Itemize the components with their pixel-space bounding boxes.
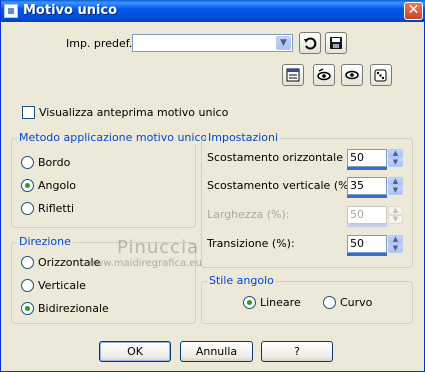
v-offset-input[interactable]: 35 <box>347 177 387 195</box>
save-disk-icon <box>330 37 342 49</box>
transition-input[interactable]: 50 <box>347 235 387 253</box>
v-offset-label: Scostamento verticale (%): <box>207 179 357 192</box>
radio-curvo[interactable] <box>323 296 336 309</box>
dice-icon <box>374 69 387 82</box>
radio-bidirezionale[interactable] <box>21 302 34 315</box>
radio-rifletti-label: Rifletti <box>38 202 75 215</box>
close-icon: ✕ <box>407 2 420 18</box>
radio-angolo-label: Angolo <box>38 179 76 192</box>
radio-lineare-label: Lineare <box>260 296 301 309</box>
auto-proof-button[interactable] <box>341 64 363 86</box>
corner-style-group-title: Stile angolo <box>207 274 276 287</box>
radio-bidirezionale-label: Bidirezionale <box>38 302 109 315</box>
spin-up-icon[interactable]: ▲ <box>388 235 403 244</box>
spin-down-icon[interactable]: ▼ <box>388 244 403 253</box>
transition-label: Transizione (%): <box>207 237 295 250</box>
direction-group-title: Direzione <box>17 235 73 248</box>
cancel-button[interactable]: Annulla <box>180 341 253 362</box>
v-offset-slider[interactable] <box>347 195 387 198</box>
help-button[interactable]: ? <box>261 341 333 362</box>
settings-group-title: Impostazioni <box>206 131 281 144</box>
window-title: Motivo unico <box>23 3 118 18</box>
h-offset-label: Scostamento orizzontale (%): <box>207 151 370 164</box>
spin-down-icon[interactable]: ▼ <box>388 186 403 195</box>
app-icon <box>4 4 18 18</box>
v-offset-spinner[interactable]: ▲ ▼ <box>388 177 403 195</box>
radio-orizzontale[interactable] <box>21 256 34 269</box>
proof-button[interactable] <box>313 64 335 86</box>
dialog-window: Motivo unico ✕ Imp. predef.: ▼ Visualizz… <box>0 0 425 372</box>
radio-verticale[interactable] <box>21 279 34 292</box>
eye-icon <box>345 70 359 80</box>
save-preset-button[interactable] <box>325 32 347 54</box>
preset-dropdown[interactable]: ▼ <box>132 34 293 52</box>
dialog-preview-icon <box>286 68 300 82</box>
preview-window-button[interactable] <box>282 64 304 86</box>
width-input: 50 <box>347 206 387 224</box>
spin-down-icon[interactable]: ▼ <box>388 158 403 167</box>
h-offset-input[interactable]: 50 <box>347 149 387 167</box>
preset-label: Imp. predef.: <box>66 37 136 50</box>
radio-rifletti[interactable] <box>21 202 34 215</box>
h-offset-slider[interactable] <box>347 167 387 170</box>
ok-button[interactable]: OK <box>99 341 171 362</box>
transition-spinner[interactable]: ▲ ▼ <box>388 235 403 253</box>
method-group-title: Metodo applicazione motivo unico <box>17 131 210 144</box>
radio-angolo[interactable] <box>21 179 34 192</box>
radio-bordo-label: Bordo <box>38 156 71 169</box>
spin-up-icon[interactable]: ▲ <box>388 149 403 158</box>
radio-curvo-label: Curvo <box>340 296 373 309</box>
radio-bordo[interactable] <box>21 156 34 169</box>
reset-icon <box>304 37 317 50</box>
h-offset-spinner[interactable]: ▲ ▼ <box>388 149 403 167</box>
watermark-name: Pinuccia <box>117 237 200 258</box>
width-spinner: ▲ ▼ <box>388 206 403 224</box>
radio-verticale-label: Verticale <box>38 279 86 292</box>
preview-checkbox-label: Visualizza anteprima motivo unico <box>39 106 229 119</box>
close-button[interactable]: ✕ <box>404 2 423 20</box>
reset-preset-button[interactable] <box>299 32 321 54</box>
radio-lineare[interactable] <box>243 296 256 309</box>
transition-slider[interactable] <box>347 253 387 256</box>
chevron-down-icon[interactable]: ▼ <box>276 36 291 50</box>
spin-up-icon: ▲ <box>388 206 403 215</box>
watermark-url: www.maidiregrafica.eu <box>87 258 202 269</box>
title-bar[interactable]: Motivo unico ✕ <box>1 0 425 22</box>
corner-style-group <box>201 281 413 324</box>
width-slider <box>347 224 387 227</box>
randomize-button[interactable] <box>370 64 392 86</box>
spin-down-icon: ▼ <box>388 215 403 224</box>
preview-checkbox[interactable] <box>22 106 35 119</box>
spin-up-icon[interactable]: ▲ <box>388 177 403 186</box>
width-label: Larghezza (%): <box>207 208 290 221</box>
eye-refresh-icon <box>317 68 331 81</box>
